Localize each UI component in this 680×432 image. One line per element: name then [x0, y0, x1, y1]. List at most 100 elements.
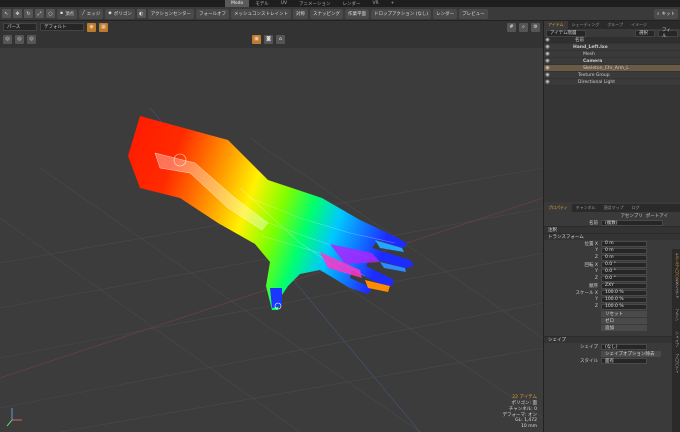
wireframe-icon[interactable]: ▦ [99, 22, 108, 32]
lasso-icon[interactable]: ○ [46, 9, 55, 18]
name-row: 名前 (複数) [544, 219, 680, 226]
falloff-button[interactable]: フォールオフ [196, 8, 230, 19]
tab-log[interactable]: ログ [628, 204, 644, 212]
tab-channels[interactable]: チャンネル [572, 204, 600, 212]
tab-vr[interactable]: VR [366, 0, 384, 7]
rotate-icon[interactable]: ↻ [24, 9, 33, 18]
tab-images[interactable]: イメージ [627, 21, 651, 29]
snapping-button[interactable]: スナッピング [309, 8, 343, 19]
tab-groups[interactable]: グループ [603, 21, 627, 29]
polygon-mode-button[interactable]: ◆ ポリゴン [105, 8, 135, 19]
scale-icon[interactable]: ⤢ [35, 9, 44, 18]
shape-option-button[interactable]: シェイプオプション除去 [601, 350, 661, 357]
property-panel-tabs: プロパティ チャンネル 頂点マップ ログ [544, 204, 680, 212]
tab-properties[interactable]: プロパティ [544, 204, 572, 212]
tab-render[interactable]: レンダー [336, 0, 366, 7]
shape-select[interactable]: (なし) [601, 343, 647, 350]
scale-y-field[interactable]: 100.0 % [601, 296, 647, 303]
visibility-eye-icon[interactable]: ◉ [544, 51, 551, 57]
item-row[interactable]: ◉ Texture Group [544, 72, 680, 79]
rotation-z-field[interactable]: 0.0 ° [601, 275, 647, 282]
position-axis-label: Y [595, 248, 598, 253]
camera-icon[interactable]: ◙ [264, 34, 273, 44]
order-select[interactable]: ZXY [601, 282, 647, 289]
add-tab-button[interactable]: + [385, 0, 401, 7]
view-mode-select[interactable]: パース [3, 23, 37, 31]
position-x-field[interactable]: 0 m [601, 240, 647, 247]
rotation-y-field[interactable]: 0.0 ° [601, 268, 647, 275]
side-tab-shape[interactable]: シェイプ [672, 331, 680, 347]
viewport-settings-icon[interactable]: ⚙ [531, 22, 540, 32]
tab-uv[interactable]: UV [275, 0, 293, 7]
item-row[interactable]: ◉ Skeleton_Chr_Arm_L [544, 65, 680, 72]
position-z-field[interactable]: 0 m [601, 254, 647, 261]
style-select[interactable]: 面有 [601, 357, 647, 364]
render-button[interactable]: レンダー [433, 8, 458, 19]
order-row: 順序 ZXY [544, 282, 680, 289]
lock-icon[interactable]: ⌂ [276, 34, 285, 44]
tab-vertex-maps[interactable]: 頂点マップ [600, 204, 628, 212]
scale-axis-label: Y [595, 297, 598, 302]
scale-z-field[interactable]: 100.0 % [601, 303, 647, 310]
visibility-eye-icon[interactable]: ◉ [544, 79, 551, 85]
snap-toggle-icon[interactable]: ▣ [252, 34, 261, 44]
vertex-mode-button[interactable]: ▪ 頂点 [57, 8, 78, 19]
item-row[interactable]: ◉ Directional Light [544, 79, 680, 86]
shading-select[interactable]: デフォルト [40, 23, 84, 31]
side-tab-brush[interactable]: ブラシ [672, 309, 680, 321]
reset-button[interactable]: リセット [601, 310, 647, 317]
move-icon[interactable]: ✥ [13, 9, 22, 18]
tab-modo[interactable]: Modo [225, 0, 250, 7]
position-y-field[interactable]: 0 m [601, 247, 647, 254]
workplane-button[interactable]: 作業平面 [344, 8, 369, 19]
tab-animation[interactable]: アニメーション [293, 0, 336, 7]
rotation-x-field[interactable]: 0.0 ° [601, 261, 647, 268]
tool-icon-3[interactable]: ◎ [27, 34, 36, 44]
item-label: Directional Light [578, 79, 615, 85]
zoom-icon[interactable]: ⌕ [519, 22, 528, 32]
item-list-empty-area [544, 86, 680, 202]
visibility-eye-icon[interactable]: ◉ [544, 44, 551, 50]
visibility-icon[interactable]: ◉ [87, 22, 96, 32]
tab-model[interactable]: モデル [249, 0, 275, 7]
tab-items[interactable]: アイテム [544, 21, 568, 29]
scale-x-field[interactable]: 100.0 % [601, 289, 647, 296]
action-center-button[interactable]: アクションセンター [147, 8, 195, 19]
scale-row: Y 100.0 % [544, 296, 680, 303]
visibility-eye-icon[interactable]: ◉ [544, 65, 551, 71]
add-button[interactable]: 追加 [601, 324, 647, 331]
tool-icon-1[interactable]: ◎ [3, 34, 12, 44]
filter-button[interactable]: フィル [658, 28, 678, 39]
item-list-select[interactable]: アイテム階層 [546, 29, 586, 37]
mesh-constraint-button[interactable]: メッシュコンストレイント [231, 8, 291, 19]
side-tab-texture[interactable]: テクスチャ [672, 279, 680, 299]
preview-button[interactable]: プレビュー [459, 8, 488, 19]
preset-select[interactable]: ポートアイ [646, 213, 668, 219]
edge-mode-button[interactable]: ╱ エッジ [79, 8, 104, 19]
item-row[interactable]: ◉ Hand_Left.lxo [544, 44, 680, 51]
item-list-toolbar: アイテム階層 選択 フィル [544, 28, 680, 39]
tab-shading[interactable]: シェーディング [568, 21, 604, 29]
visibility-eye-icon[interactable]: ◉ [544, 72, 551, 78]
side-tab-properties[interactable]: プロパティ [672, 354, 680, 374]
item-row[interactable]: ◉ Mesh [544, 51, 680, 58]
item-mode-icon[interactable]: ◐ [136, 9, 146, 18]
item-row[interactable]: ◉ Camera [544, 58, 680, 65]
rotation-axis-label: Y [595, 269, 598, 274]
zero-button[interactable]: ゼロ [601, 317, 647, 324]
drop-action-button[interactable]: ドロップアクション (なし) [370, 8, 432, 19]
3d-viewport[interactable]: 22 アイテム ポリゴン: 面 チャンネル: 0 デフォーマ: オン GL: 1… [0, 48, 543, 432]
name-field[interactable]: (複数) [601, 219, 663, 226]
tool-icon-2[interactable]: ◎ [15, 34, 24, 44]
symmetry-button[interactable]: 対称 [292, 8, 308, 19]
kit-button[interactable]: ⌕ キット [653, 8, 678, 19]
add-row: 追加 [544, 324, 680, 331]
transform-section[interactable]: トランスフォーム [544, 233, 680, 240]
shape-option-row: シェイプオプション除去 [544, 350, 680, 357]
visibility-eye-icon[interactable]: ◉ [544, 58, 551, 64]
grid-icon[interactable]: # [507, 22, 516, 32]
shape-section[interactable]: シェイプ [544, 336, 680, 343]
select-button[interactable]: 選択 [635, 29, 655, 37]
notes-section[interactable]: 注釈 [544, 226, 680, 233]
select-tool-icon[interactable]: ↖ [2, 9, 11, 18]
